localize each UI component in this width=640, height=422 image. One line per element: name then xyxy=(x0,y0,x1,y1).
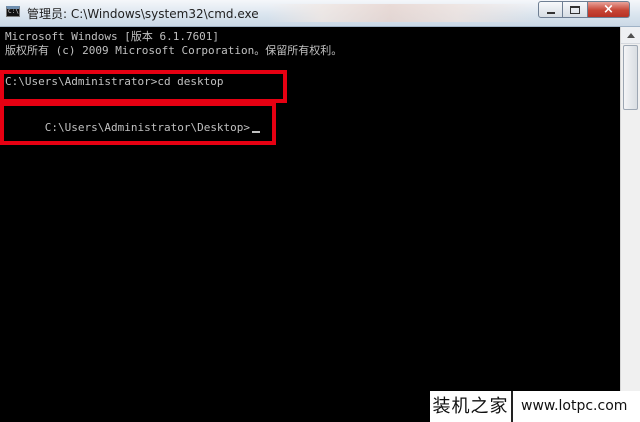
titlebar-background-blur xyxy=(268,4,538,22)
console-output-area[interactable]: Microsoft Windows [版本 6.1.7601] 版权所有 (c)… xyxy=(0,27,620,422)
minimize-button[interactable] xyxy=(538,1,563,18)
title-bar[interactable]: C:\ 管理员: C:\Windows\system32\cmd.exe × xyxy=(0,0,640,27)
cmd-window-icon: C:\ xyxy=(6,6,20,17)
console-line-copyright: 版权所有 (c) 2009 Microsoft Corporation。保留所有… xyxy=(5,44,343,57)
watermark-url: www.lotpc.com xyxy=(521,398,628,414)
window-title: 管理员: C:\Windows\system32\cmd.exe xyxy=(27,7,259,21)
console-line-version: Microsoft Windows [版本 6.1.7601] xyxy=(5,30,220,43)
vertical-scrollbar[interactable] xyxy=(620,27,640,422)
close-icon: × xyxy=(603,2,614,17)
minimize-icon xyxy=(547,12,555,14)
close-button[interactable]: × xyxy=(588,1,630,18)
window-controls: × xyxy=(538,1,630,19)
site-watermark: 装机之家 www.lotpc.com xyxy=(430,391,640,422)
scroll-up-arrow-icon[interactable] xyxy=(621,27,640,44)
scroll-thumb[interactable] xyxy=(623,45,638,110)
cmd-window: C:\ 管理员: C:\Windows\system32\cmd.exe × M… xyxy=(0,0,640,422)
maximize-icon xyxy=(570,6,580,14)
red-highlight-box-cd-command xyxy=(0,70,287,103)
watermark-chinese-text: 装机之家 xyxy=(430,391,513,422)
maximize-button[interactable] xyxy=(563,1,588,18)
red-highlight-box-desktop-prompt xyxy=(0,102,276,145)
